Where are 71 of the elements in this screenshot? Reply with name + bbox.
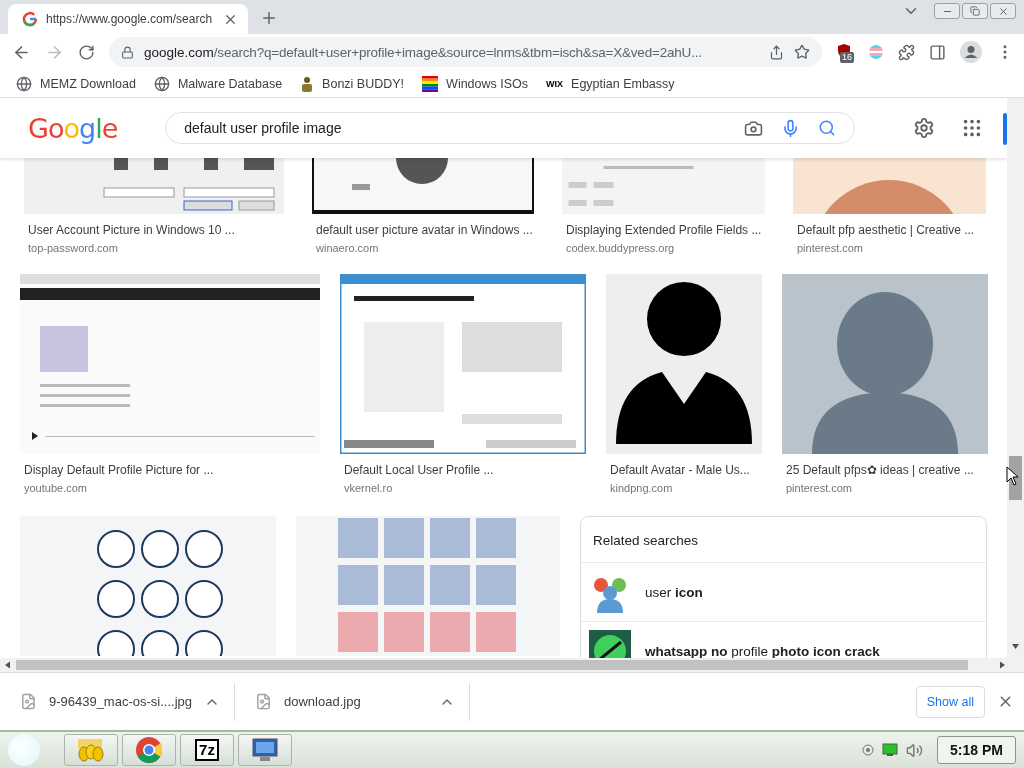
file-icon <box>20 693 37 710</box>
result-title[interactable]: default user picture avatar in Windows ... <box>312 223 534 237</box>
profile-avatar[interactable] <box>960 41 982 63</box>
side-panel-icon[interactable] <box>929 43 946 61</box>
result-source[interactable]: winaero.com <box>312 242 534 254</box>
result-title[interactable]: User Account Picture in Windows 10 ... <box>24 223 284 237</box>
result-source[interactable]: vkernel.ro <box>340 482 586 494</box>
close-window-button[interactable] <box>990 3 1016 19</box>
volume-icon[interactable] <box>906 741 924 759</box>
tray-dot-icon <box>862 744 875 756</box>
taskbar-app-button[interactable] <box>64 734 118 766</box>
chrome-icon <box>135 736 163 764</box>
related-search-link[interactable]: user icon <box>581 563 986 622</box>
camera-icon[interactable] <box>744 118 764 138</box>
result-source[interactable]: codex.buddypress.org <box>562 242 765 254</box>
reload-button[interactable] <box>78 43 95 61</box>
result-source[interactable]: pinterest.com <box>793 242 986 254</box>
favicon-icon <box>22 11 38 27</box>
horizontal-scrollbar[interactable] <box>0 658 1024 672</box>
result-source[interactable]: kindpng.com <box>606 482 762 494</box>
monitor-icon <box>250 737 280 763</box>
google-logo[interactable]: Google <box>28 112 118 144</box>
taskbar-app-button[interactable] <box>238 734 292 766</box>
bookmark-link[interactable]: Malware Database <box>153 75 283 92</box>
vertical-scrollbar[interactable] <box>1007 98 1024 658</box>
extensions-icon[interactable] <box>898 43 915 61</box>
settings-icon[interactable] <box>913 117 935 139</box>
eggs-folder-icon <box>76 737 106 763</box>
taskbar-app-button[interactable]: 7z <box>180 734 234 766</box>
result-title[interactable]: 25 Default pfps✿ ideas | creative ... <box>782 463 988 477</box>
show-all-button[interactable]: Show all <box>915 685 985 718</box>
file-icon <box>255 693 272 710</box>
result-source[interactable]: youtube.com <box>20 482 320 494</box>
globe-icon <box>153 75 170 92</box>
result-title[interactable]: Displaying Extended Profile Fields ... <box>562 223 765 237</box>
address-bar[interactable]: google.com/search?q=default+user+profile+image&source=lnms&tbm=isch&sa=X&ved=2ahU... <box>109 37 822 67</box>
result-title[interactable]: Display Default Profile Picture for ... <box>20 463 320 477</box>
bookmark-link[interactable]: MEMZ Download <box>16 75 136 92</box>
clock[interactable]: 5:18 PM <box>937 736 1016 764</box>
lock-icon <box>121 45 134 59</box>
close-icon <box>997 5 1009 17</box>
search-icon[interactable] <box>818 119 837 137</box>
archiver-logo: 7z <box>195 739 219 761</box>
bookmark-link[interactable]: Bonzi BUDDY! <box>300 75 405 92</box>
browser-tab[interactable]: https://www.google.com/search <box>8 4 248 34</box>
restore-icon <box>970 6 980 16</box>
rainbow-flag-icon <box>422 75 439 92</box>
download-name[interactable]: 9-96439_mac-os-si....jpg <box>48 694 192 709</box>
taskbar-app-button[interactable] <box>122 734 176 766</box>
cursor-icon <box>1006 466 1020 486</box>
extension-badge: 16 <box>840 52 854 63</box>
bookmark-link[interactable]: Windows ISOs <box>422 75 529 92</box>
wix-logo: WIX <box>546 78 564 89</box>
bookmark-link[interactable]: WIX Egyptian Embassy <box>546 76 675 91</box>
share-icon[interactable] <box>769 44 784 60</box>
result-source[interactable]: top-password.com <box>24 242 284 254</box>
result-title[interactable]: Default Avatar - Male Us... <box>606 463 762 477</box>
start-button[interactable] <box>8 734 40 766</box>
apps-icon[interactable] <box>961 117 983 139</box>
restore-button[interactable] <box>962 3 988 19</box>
network-icon <box>882 743 899 757</box>
bookmark-star-icon[interactable] <box>794 44 810 60</box>
related-searches-title: Related searches <box>581 517 986 563</box>
new-tab-button[interactable] <box>260 9 278 27</box>
scroll-indicator <box>1003 113 1007 145</box>
globe-icon <box>16 75 32 92</box>
figure-icon <box>300 75 315 92</box>
result-title[interactable]: Default Local User Profile ... <box>340 463 586 477</box>
result-title[interactable]: Default pfp aesthetic | Creative ... <box>793 223 986 237</box>
result-source[interactable]: pinterest.com <box>782 482 988 494</box>
download-name[interactable]: download.jpg <box>284 694 427 709</box>
